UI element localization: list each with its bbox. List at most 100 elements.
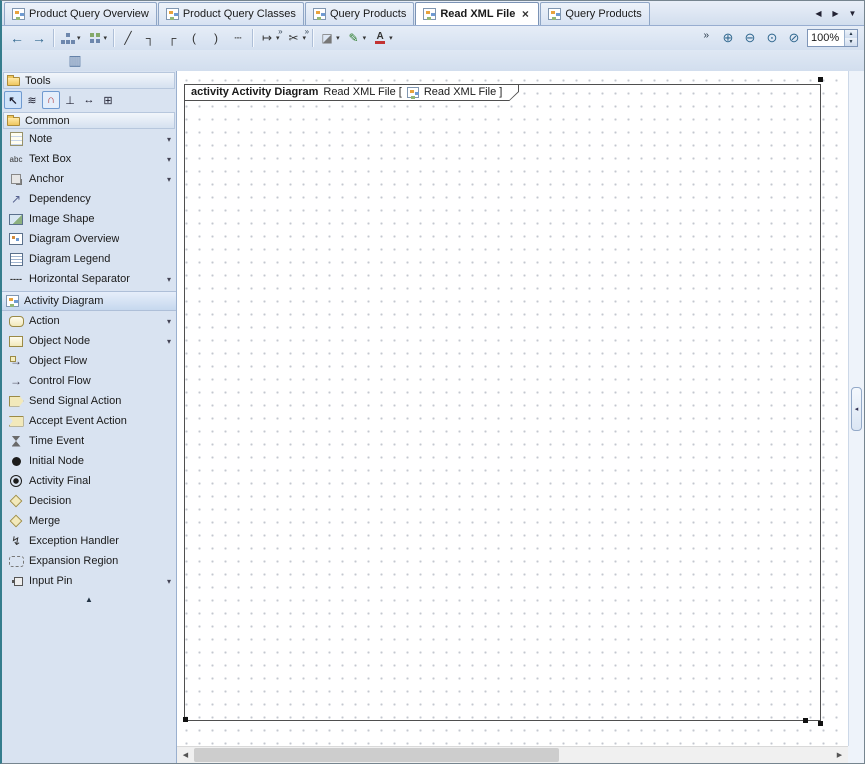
chevron-down-icon[interactable] [167, 155, 171, 164]
selection-handle[interactable] [818, 721, 823, 726]
font-color-button[interactable] [369, 28, 396, 48]
chevron-down-icon[interactable] [167, 317, 171, 326]
swimlane-button[interactable] [64, 51, 86, 71]
toolbox-item[interactable]: Control Flow [2, 371, 176, 391]
pen-button[interactable] [343, 28, 370, 48]
chevron-down-icon[interactable] [167, 275, 171, 284]
toolbox-item[interactable]: Activity Final [2, 471, 176, 491]
toolbox-item-label: Expansion Region [29, 555, 118, 567]
selection-handle[interactable] [818, 77, 823, 82]
toolbox-item[interactable]: Diagram Legend [2, 249, 176, 269]
close-icon[interactable] [519, 7, 531, 21]
toolbox-item-label: Text Box [29, 153, 71, 165]
toolbox-item[interactable]: Object Node [2, 331, 176, 351]
connector-end-button[interactable] [256, 28, 283, 48]
scrollbar-track[interactable] [559, 747, 831, 763]
selection-handle[interactable] [183, 717, 188, 722]
scroll-right-icon[interactable] [831, 747, 848, 763]
tab-scroll-right-icon[interactable] [828, 6, 843, 22]
align-tool-icon[interactable] [61, 91, 79, 109]
sweeper-tool-icon[interactable] [23, 91, 41, 109]
diagram-canvas[interactable]: activity Activity Diagram Read XML File … [177, 71, 848, 746]
line-curve-oblique-button[interactable] [205, 28, 227, 48]
chevron-down-icon[interactable] [167, 577, 171, 586]
app-window: Product Query Overview Product Query Cla… [0, 0, 865, 764]
horizontal-separator-icon [8, 271, 24, 287]
magnet-tool-icon[interactable] [42, 91, 60, 109]
toolbox-item-label: Exception Handler [29, 535, 119, 547]
line-rectilinear-icon [142, 30, 158, 46]
diagram-tab[interactable]: Query Products [540, 2, 649, 25]
scroll-left-icon[interactable] [177, 747, 194, 763]
distribute-tool-icon[interactable] [80, 91, 98, 109]
layout-tree-button[interactable] [57, 28, 84, 48]
chevron-down-icon[interactable] [167, 135, 171, 144]
diagram-tab[interactable]: Product Query Classes [158, 2, 304, 25]
zoom-region-button[interactable] [783, 28, 805, 48]
line-curve-icon [186, 30, 202, 46]
toolbox-item[interactable]: Note [2, 129, 176, 149]
line-rectilinear-button[interactable] [139, 28, 161, 48]
toolbox-item[interactable]: Exception Handler [2, 531, 176, 551]
toolbox-item[interactable]: Horizontal Separator [2, 269, 176, 289]
scissors-button[interactable] [283, 28, 310, 48]
toolbox-item[interactable]: Merge [2, 511, 176, 531]
toolbox-item[interactable]: Image Shape [2, 209, 176, 229]
diagram-icon [166, 8, 179, 20]
toolbox-item[interactable]: Input Pin [2, 571, 176, 591]
zoom-spin-down-icon[interactable]: ▼ [845, 38, 857, 46]
diagram-tab[interactable]: Product Query Overview [4, 2, 157, 25]
zoom-in-button[interactable] [717, 28, 739, 48]
line-oblique-button[interactable] [117, 28, 139, 48]
pointer-tool-icon[interactable] [4, 91, 22, 109]
chevron-down-icon[interactable] [167, 337, 171, 346]
toolbox-item-label: Image Shape [29, 213, 94, 225]
tab-list-icon[interactable] [845, 6, 860, 22]
line-curve-button[interactable] [183, 28, 205, 48]
diagram-tab[interactable]: Query Products [305, 2, 414, 25]
back-button[interactable] [6, 28, 28, 48]
diagram-tab[interactable]: Read XML File [415, 2, 539, 25]
toolbox-item[interactable]: Action [2, 311, 176, 331]
toolbox-item[interactable]: Initial Node [2, 451, 176, 471]
toolbox-item[interactable]: Object Flow [2, 351, 176, 371]
toolbar-overflow-icon[interactable]: » [703, 30, 709, 41]
chevron-down-icon [363, 34, 367, 42]
toolbar-divider [53, 29, 54, 47]
toolbox-item[interactable]: Expansion Region [2, 551, 176, 571]
zoom-out-button[interactable] [739, 28, 761, 48]
chevron-down-icon [336, 34, 340, 42]
frame-label[interactable]: activity Activity Diagram Read XML File … [184, 84, 519, 101]
image-shape-icon [8, 211, 24, 227]
line-rounded-button[interactable] [161, 28, 183, 48]
line-dashed-button[interactable] [227, 28, 249, 48]
zoom-spin-up-icon[interactable]: ▲ [845, 30, 857, 38]
chevron-down-icon[interactable] [167, 175, 171, 184]
scissors-icon [286, 30, 302, 46]
layout-auto-button[interactable] [84, 28, 111, 48]
toolbox-item[interactable]: Diagram Overview [2, 229, 176, 249]
tab-scroll-left-icon[interactable] [811, 6, 826, 22]
toolbox-item[interactable]: Anchor [2, 169, 176, 189]
toolbox-item-label: Diagram Overview [29, 233, 119, 245]
collapse-panel-button[interactable] [851, 387, 862, 431]
scrollbar-thumb[interactable] [194, 748, 559, 762]
toolbox-scroll-up-icon[interactable] [2, 591, 176, 607]
toolbox-item[interactable]: Send Signal Action [2, 391, 176, 411]
right-panel-strip [848, 71, 864, 746]
toolbox-item[interactable]: Accept Event Action [2, 411, 176, 431]
tools-header[interactable]: Tools [3, 72, 175, 89]
activity-frame[interactable]: activity Activity Diagram Read XML File … [184, 84, 821, 721]
toolbox-item[interactable]: Decision [2, 491, 176, 511]
format-copier-button[interactable] [316, 28, 343, 48]
activity-diagram-section-header[interactable]: Activity Diagram [2, 291, 176, 311]
zoom-value-input[interactable]: 100% [808, 30, 844, 46]
selection-handle[interactable] [803, 718, 808, 723]
zoom-actual-button[interactable] [761, 28, 783, 48]
resize-tool-icon[interactable] [99, 91, 117, 109]
toolbox-item[interactable]: Time Event [2, 431, 176, 451]
toolbox-item[interactable]: Dependency [2, 189, 176, 209]
common-section-header[interactable]: Common [3, 112, 175, 129]
toolbox-item[interactable]: Text Box [2, 149, 176, 169]
forward-button[interactable] [28, 28, 50, 48]
